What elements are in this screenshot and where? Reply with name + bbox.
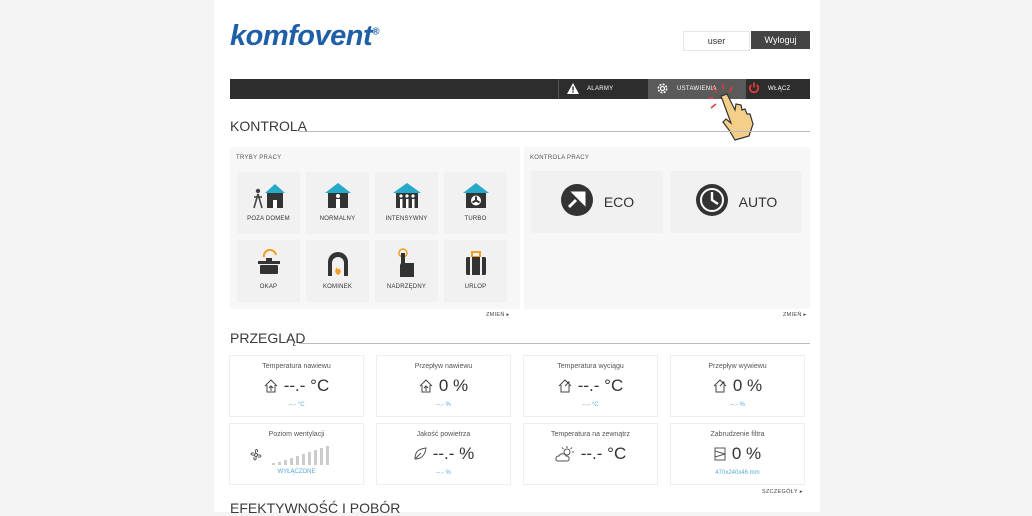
card-title: Temperatura wyciągu [557, 363, 624, 370]
details-link[interactable]: SZCZEGÓŁY ▸ [762, 489, 803, 495]
mode-label: KOMINEK [322, 284, 353, 290]
mode-fireplace-tile[interactable]: KOMINEK [306, 240, 369, 302]
kontrola-divider [299, 131, 810, 132]
ventilation-level-card: Poziom wentylacji WYŁĄCZONE [230, 424, 363, 484]
eco-tile[interactable]: ECO [531, 171, 663, 233]
alarms-label: ALARMY [587, 86, 614, 92]
filter-icon [714, 447, 726, 461]
turbo-home-icon [462, 180, 489, 210]
mode-normal-tile[interactable]: NORMALNY [306, 172, 369, 234]
card-value: 0 % [731, 444, 762, 463]
mode-hood-tile[interactable]: OKAP [237, 240, 300, 302]
mode-label: TURBO [464, 216, 487, 222]
supply-house-icon [264, 379, 278, 393]
eco-label: ECO [603, 194, 635, 210]
card-subvalue: 470x240x46 mm [715, 470, 760, 476]
card-subvalue: WYŁĄCZONE [277, 469, 316, 475]
card-value: --.- °C [283, 376, 330, 395]
auto-clock-icon [695, 183, 729, 222]
supply-flow-card: Przepływ nawiewu 0 % --.- % [377, 356, 510, 416]
card-title: Temperatura nawiewu [262, 363, 331, 370]
normal-home-icon [324, 180, 351, 210]
hood-icon [254, 248, 284, 278]
card-value: --.- °C [580, 444, 627, 463]
card-value: 0 % [732, 376, 763, 395]
gear-icon [656, 82, 669, 97]
fan-icon [250, 449, 261, 461]
username-display: user [683, 31, 750, 51]
supply-temp-card: Temperatura nawiewu --.- °C --.- °C [230, 356, 363, 416]
warning-icon [567, 82, 579, 96]
overview-section-title: PRZEGLĄD [230, 330, 306, 346]
extract-temp-card: Temperatura wyciągu --.- °C --.- °C [524, 356, 657, 416]
control-panel-label: KONTROLA PRACY [530, 155, 590, 161]
extract-house-icon [558, 379, 572, 393]
logout-button[interactable]: Wyloguj [751, 31, 810, 49]
card-title: Przepływ nawiewu [414, 363, 473, 370]
eco-icon [560, 183, 594, 222]
holiday-icon [464, 248, 488, 278]
card-title: Zabrudzenie filtra [710, 431, 765, 438]
filter-clogging-card: Zabrudzenie filtra 0 % 470x240x46 mm [671, 424, 804, 484]
card-subvalue: --.- % [436, 470, 451, 476]
card-subvalue: --.- °C [582, 402, 599, 408]
alarms-button[interactable]: ALARMY [558, 79, 645, 99]
overview-divider [299, 343, 810, 344]
card-title: Przepływ wywiewu [708, 363, 767, 370]
mode-label: NADRZĘDNY [386, 284, 427, 290]
modes-change-link[interactable]: ZMIEŃ ▸ [486, 312, 510, 318]
weather-icon [555, 446, 574, 462]
card-subvalue: --.- % [436, 402, 451, 408]
card-title: Poziom wentylacji [268, 431, 325, 438]
away-home-icon [252, 180, 285, 210]
mode-override-tile[interactable]: NADRZĘDNY [375, 240, 438, 302]
kontrola-section-title: KONTROLA [230, 118, 308, 134]
auto-tile[interactable]: AUTO [670, 171, 802, 233]
override-icon [394, 248, 420, 278]
card-title: Temperatura na zewnątrz [551, 431, 630, 438]
page-container: komfovent® user Wyloguj ALARMY USTAWIENI… [214, 0, 820, 516]
card-subvalue: --.- °C [288, 402, 305, 408]
card-title: Jakość powietrza [416, 431, 471, 438]
mode-holiday-tile[interactable]: URLOP [444, 240, 507, 302]
mode-label: INTENSYWNY [385, 216, 428, 222]
card-value: 0 % [438, 376, 469, 395]
efficiency-section-title: EFEKTYWNOŚĆ I POBÓR [230, 500, 401, 516]
air-quality-card: Jakość powietrza --.- % --.- % [377, 424, 510, 484]
mode-label: OKAP [259, 284, 278, 290]
extract-flow-card: Przepływ wywiewu 0 % --.- % [671, 356, 804, 416]
mode-away-tile[interactable]: POZA DOMEM [237, 172, 300, 234]
card-subvalue: --.- % [730, 402, 745, 408]
komfovent-logo: komfovent® [230, 20, 380, 52]
power-on-label: WŁĄCZ [768, 86, 791, 92]
fireplace-icon [325, 248, 351, 278]
mode-turbo-tile[interactable]: TURBO [444, 172, 507, 234]
card-value: --.- °C [577, 376, 624, 395]
ventilation-level-bars [271, 446, 329, 465]
supply-house-icon [419, 379, 433, 393]
mode-label: POZA DOMEM [247, 216, 290, 222]
modes-panel-label: TRYBY PRACY [236, 155, 282, 161]
leaf-icon [414, 447, 427, 460]
auto-label: AUTO [738, 194, 778, 210]
pointer-hand-icon [709, 84, 754, 141]
mode-label: NORMALNY [319, 216, 356, 222]
extract-house-icon [713, 379, 727, 393]
outdoor-temp-card: Temperatura na zewnątrz --.- °C [524, 424, 657, 484]
control-change-link[interactable]: ZMIEŃ ▸ [783, 312, 807, 318]
intensive-home-icon [392, 180, 421, 210]
mode-label: URLOP [464, 284, 487, 290]
card-value: --.- % [432, 444, 475, 463]
mode-intensive-tile[interactable]: INTENSYWNY [375, 172, 438, 234]
